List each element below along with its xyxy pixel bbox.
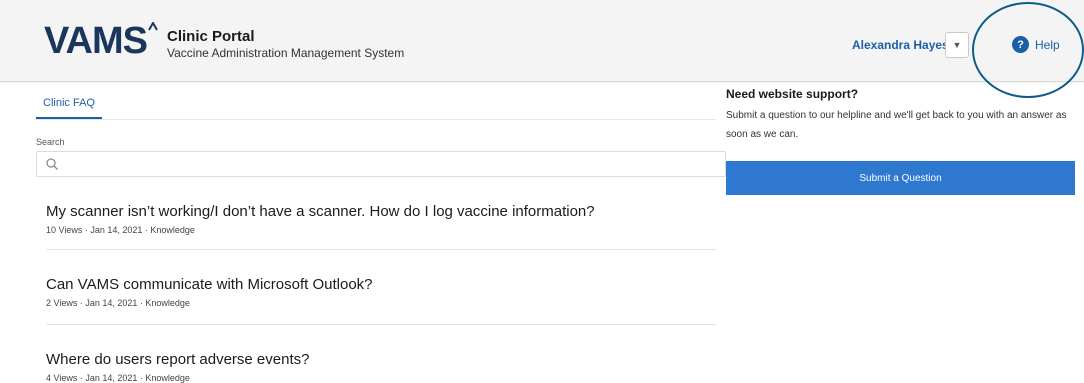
list-item[interactable]: My scanner isn’t working/I don’t have a … [46, 202, 716, 235]
article-title[interactable]: My scanner isn’t working/I don’t have a … [46, 202, 716, 222]
vams-logo[interactable]: VAMS [44, 22, 148, 60]
list-item[interactable]: Can VAMS communicate with Microsoft Outl… [46, 275, 716, 308]
support-heading: Need website support? [726, 87, 859, 101]
portal-subtitle: Vaccine Administration Management System [167, 46, 405, 60]
logo-mark-icon [148, 22, 158, 31]
article-divider [46, 324, 716, 325]
list-item[interactable]: Where do users report adverse events? 4 … [46, 350, 716, 383]
app-header: VAMS Clinic Portal Vaccine Administratio… [0, 0, 1084, 82]
article-meta: 4 Views · Jan 14, 2021 · Knowledge [46, 373, 190, 383]
portal-title: Clinic Portal [167, 28, 255, 45]
search-box[interactable] [36, 151, 726, 177]
search-label: Search [36, 137, 65, 147]
article-title[interactable]: Where do users report adverse events? [46, 350, 716, 370]
tab-divider [36, 119, 716, 120]
user-menu-dropdown[interactable]: ▼ [945, 32, 969, 58]
chevron-down-icon: ▼ [952, 40, 962, 50]
article-title[interactable]: Can VAMS communicate with Microsoft Outl… [46, 275, 716, 295]
help-icon: ? [1012, 36, 1029, 53]
search-input[interactable] [65, 155, 705, 173]
user-name[interactable]: Alexandra Hayes [852, 38, 949, 52]
help-label: Help [1035, 37, 1060, 52]
article-meta: 2 Views · Jan 14, 2021 · Knowledge [46, 298, 190, 308]
support-description: Submit a question to our helpline and we… [726, 110, 1067, 140]
submit-question-button[interactable]: Submit a Question [726, 161, 1075, 195]
tab-clinic-faq[interactable]: Clinic FAQ [36, 94, 102, 119]
help-link[interactable]: ? Help [1012, 36, 1060, 53]
search-icon [46, 158, 58, 170]
article-meta: 10 Views · Jan 14, 2021 · Knowledge [46, 225, 195, 235]
article-divider [46, 249, 716, 250]
